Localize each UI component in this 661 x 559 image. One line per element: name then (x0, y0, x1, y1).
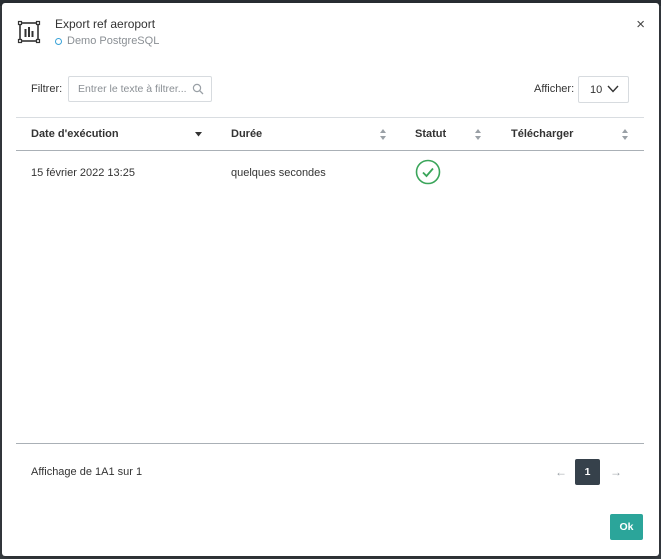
database-name: Demo PostgreSQL (55, 35, 159, 47)
cell-duration: quelques secondes (231, 167, 326, 179)
pagination-info: Affichage de 1A1 sur 1 (31, 466, 143, 478)
column-header-status[interactable]: Statut (415, 118, 446, 150)
page-size-value: 10 (590, 84, 603, 96)
report-chart-icon (17, 20, 41, 44)
current-page-button[interactable]: 1 (575, 459, 600, 485)
sort-desc-icon[interactable] (195, 132, 202, 137)
database-dot-icon (55, 37, 62, 45)
success-check-icon (415, 159, 441, 185)
previous-page-button[interactable]: ← (555, 465, 567, 479)
column-header-duration[interactable]: Durée (231, 118, 262, 150)
database-label: Demo PostgreSQL (67, 35, 160, 47)
export-dialog: Export ref aeroport Demo PostgreSQL × Fi… (2, 3, 659, 556)
close-button[interactable]: × (636, 17, 645, 32)
filter-label: Filtrer: (31, 83, 63, 95)
column-header-date[interactable]: Date d'exécution (31, 118, 119, 150)
table-header: Date d'exécution Durée Statut Télécharge… (16, 117, 644, 151)
table-row: 15 février 2022 13:25 quelques secondes (16, 153, 644, 193)
sort-icon[interactable] (380, 129, 386, 140)
filter-field (68, 76, 212, 102)
page-size-label: Afficher: (534, 83, 575, 95)
chevron-down-icon (607, 85, 619, 93)
filter-input[interactable] (69, 77, 196, 101)
sort-icon[interactable] (622, 129, 628, 140)
sort-icon[interactable] (475, 129, 481, 140)
dialog-title: Export ref aeroport (55, 17, 156, 31)
search-icon (192, 83, 204, 95)
ok-button[interactable]: Ok (610, 514, 643, 540)
cell-date: 15 février 2022 13:25 (31, 167, 135, 179)
column-header-download[interactable]: Télécharger (511, 118, 573, 150)
next-page-button[interactable]: → (610, 465, 622, 479)
divider (16, 443, 644, 444)
page-size-select[interactable]: 10 (578, 76, 629, 103)
